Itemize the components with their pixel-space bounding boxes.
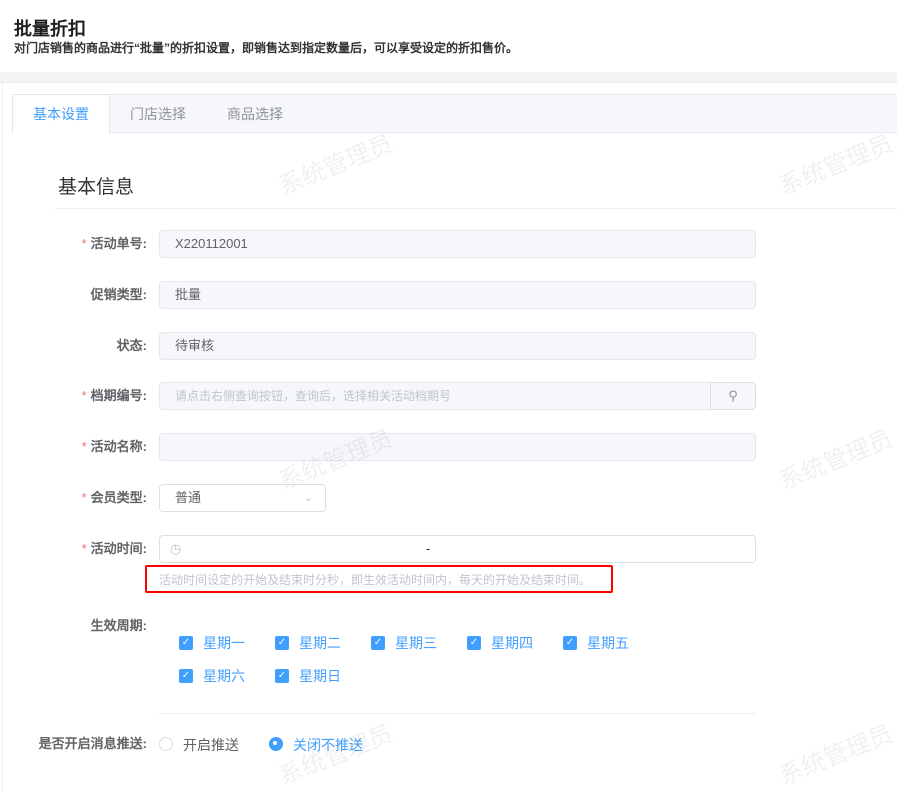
- checkbox-day-6[interactable]: ✓: [179, 669, 193, 683]
- chevron-down-icon: ⌄: [303, 492, 313, 504]
- tab-basic-settings[interactable]: 基本设置: [13, 95, 110, 134]
- promo-type-label: 促销类型:: [90, 287, 147, 302]
- schedule-no-label: * 档期编号:: [81, 388, 147, 403]
- checkbox-day-label[interactable]: 星期日: [299, 668, 341, 684]
- checkbox-day-label[interactable]: 星期六: [203, 668, 245, 684]
- radio-push-off[interactable]: [269, 737, 283, 751]
- activity-time-hint: 活动时间设定的开始及结束时分秒，即生效活动时间内，每天的开始及结束时间。: [159, 573, 592, 587]
- member-type-label: * 会员类型:: [81, 490, 147, 505]
- activity-time-label: * 活动时间:: [81, 541, 147, 556]
- radio-push-on-label[interactable]: 开启推送: [183, 735, 239, 755]
- checkbox-day-7[interactable]: ✓: [275, 669, 289, 683]
- status-label: 状态:: [116, 338, 147, 353]
- search-button[interactable]: ⚲: [710, 382, 756, 410]
- checkbox-day-label[interactable]: 星期一: [203, 635, 245, 651]
- period-label: 生效周期:: [90, 618, 147, 633]
- divider: [55, 208, 897, 209]
- checkbox-day-label[interactable]: 星期三: [395, 635, 437, 651]
- search-icon: ⚲: [728, 388, 738, 403]
- tab-bar: 基本设置 门店选择 商品选择: [12, 94, 897, 134]
- radio-push-off-label[interactable]: 关闭不推送: [293, 735, 363, 755]
- activity-name-input[interactable]: [159, 433, 756, 461]
- checkbox-day-3[interactable]: ✓: [371, 636, 385, 650]
- checkbox-day-1[interactable]: ✓: [179, 636, 193, 650]
- promo-type-field[interactable]: 批量: [159, 281, 756, 309]
- checkbox-day-4[interactable]: ✓: [467, 636, 481, 650]
- page-subtitle: 对门店销售的商品进行“批量”的折扣设置，即销售达到指定数量后，可以享受设定的折扣…: [14, 41, 519, 55]
- schedule-no-input[interactable]: 请点击右侧查询按钮，查询后，选择相关活动档期号: [159, 382, 711, 410]
- status-field[interactable]: 待审核: [159, 332, 756, 360]
- tab-product-select[interactable]: 商品选择: [207, 95, 303, 133]
- activity-name-label: * 活动名称:: [81, 439, 147, 454]
- tab-store-select[interactable]: 门店选择: [110, 95, 206, 133]
- divider: [159, 713, 756, 714]
- checkbox-day-5[interactable]: ✓: [563, 636, 577, 650]
- section-title: 基本信息: [58, 177, 135, 198]
- activity-time-range-picker[interactable]: ◷ -: [159, 535, 756, 563]
- checkbox-day-label[interactable]: 星期二: [299, 635, 341, 651]
- radio-push-on[interactable]: [159, 737, 173, 751]
- member-type-select[interactable]: 普通 ⌄: [159, 484, 326, 512]
- checkbox-day-2[interactable]: ✓: [275, 636, 289, 650]
- push-label: 是否开启消息推送:: [38, 736, 147, 751]
- page-title: 批量折扣: [14, 19, 86, 39]
- checkbox-day-label[interactable]: 星期四: [491, 635, 533, 651]
- activity-no-field[interactable]: X220112001: [159, 230, 756, 258]
- clock-icon: ◷: [170, 541, 182, 556]
- checkbox-day-label[interactable]: 星期五: [587, 635, 629, 651]
- activity-no-label: * 活动单号:: [81, 236, 147, 251]
